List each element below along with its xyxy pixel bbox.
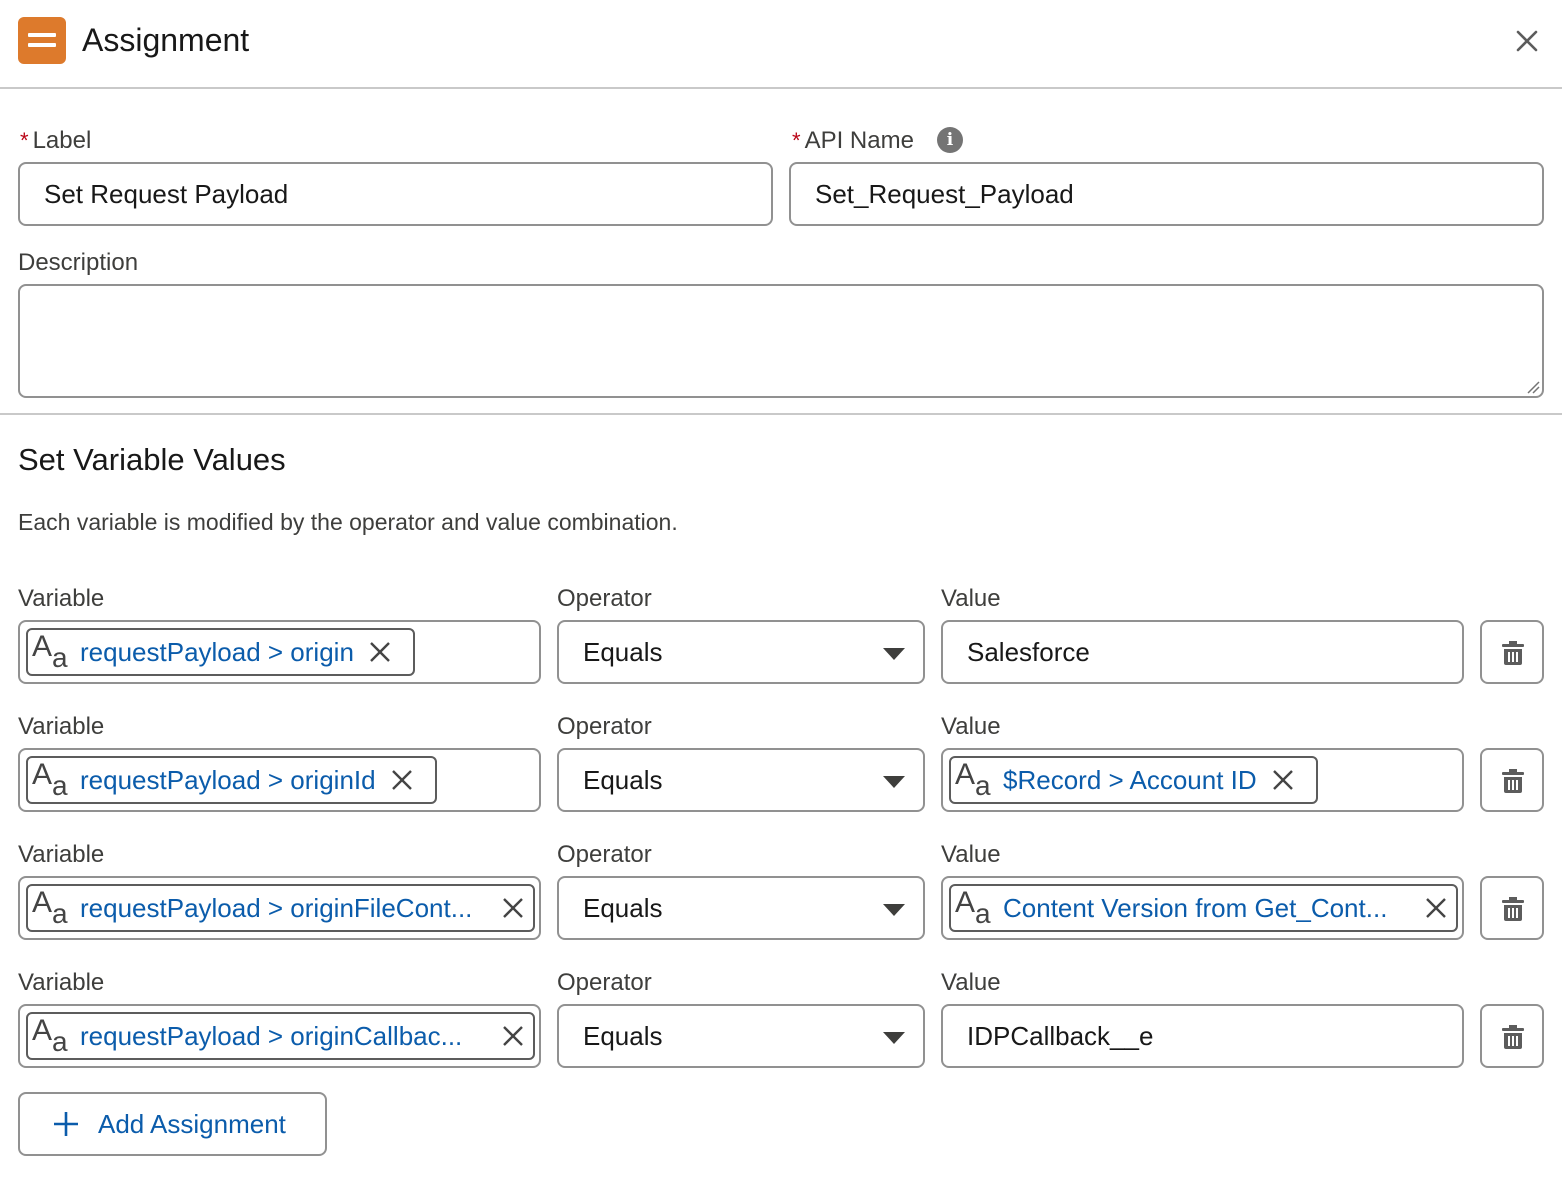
variable-combobox[interactable]: Aa requestPayload > origin <box>18 620 541 684</box>
resize-grip-icon[interactable] <box>1526 380 1540 394</box>
section-divider <box>0 413 1562 415</box>
variable-pill-text: requestPayload > originFileCont... <box>80 892 473 923</box>
caret-down-icon <box>883 648 905 660</box>
variable-pill-text: requestPayload > originId <box>80 764 376 795</box>
operator-select[interactable]: Equals <box>557 748 925 812</box>
trash-icon <box>1502 769 1524 793</box>
description-textarea[interactable] <box>18 284 1544 398</box>
remove-icon[interactable] <box>390 768 414 792</box>
value-pill: Aa $Record > Account ID <box>949 756 1318 804</box>
remove-icon[interactable] <box>1271 768 1295 792</box>
section-description: Each variable is modified by the operato… <box>18 509 678 535</box>
text-type-icon: Aa <box>32 630 68 673</box>
operator-select[interactable]: Equals <box>557 876 925 940</box>
text-type-icon: Aa <box>955 886 991 929</box>
operator-value: Equals <box>583 892 663 923</box>
variable-pill: Aa requestPayload > originId <box>26 756 437 804</box>
trash-icon <box>1502 641 1524 665</box>
label-input[interactable]: Set Request Payload <box>18 162 773 226</box>
caret-down-icon <box>883 904 905 916</box>
delete-button[interactable] <box>1480 876 1544 940</box>
api-name-text: API Name <box>804 127 914 154</box>
value-input[interactable]: IDPCallback__e <box>941 1004 1464 1068</box>
description-label: Description <box>18 249 139 276</box>
variable-pill: Aa requestPayload > origin <box>26 628 415 676</box>
value-text: Salesforce <box>967 636 1090 667</box>
value-pill-text: Content Version from Get_Cont... <box>1003 892 1388 923</box>
delete-button[interactable] <box>1480 620 1544 684</box>
panel-header: Assignment <box>0 0 1562 89</box>
value-input[interactable]: Salesforce <box>941 620 1464 684</box>
remove-icon[interactable] <box>501 896 525 920</box>
value-pill: Aa Content Version from Get_Cont... <box>949 884 1458 932</box>
assignment-icon <box>18 17 66 64</box>
variable-label: Variable <box>18 841 105 868</box>
variable-label: Variable <box>18 713 105 740</box>
text-type-icon: Aa <box>32 758 68 801</box>
value-label: Value <box>941 841 1001 868</box>
trash-icon <box>1502 1025 1524 1049</box>
close-icon[interactable] <box>1512 26 1542 56</box>
value-label: Value <box>941 713 1001 740</box>
operator-label: Operator <box>557 585 652 612</box>
operator-value: Equals <box>583 764 663 795</box>
label-input-value: Set Request Payload <box>44 178 289 209</box>
operator-select[interactable]: Equals <box>557 620 925 684</box>
text-type-icon: Aa <box>32 886 68 929</box>
operator-label: Operator <box>557 841 652 868</box>
label-field-label: * Label <box>20 127 91 155</box>
value-combobox[interactable]: Aa $Record > Account ID <box>941 748 1464 812</box>
variable-label: Variable <box>18 969 105 996</box>
delete-button[interactable] <box>1480 1004 1544 1068</box>
api-name-input[interactable]: Set_Request_Payload <box>789 162 1544 226</box>
label-text: Label <box>32 127 92 154</box>
variable-label: Variable <box>18 585 105 612</box>
section-title: Set Variable Values <box>18 442 286 477</box>
info-icon[interactable]: i <box>937 127 963 153</box>
value-pill-text: $Record > Account ID <box>1003 764 1257 795</box>
operator-label: Operator <box>557 713 652 740</box>
value-combobox[interactable]: Aa Content Version from Get_Cont... <box>941 876 1464 940</box>
variable-combobox[interactable]: Aa requestPayload > originCallbac... <box>18 1004 541 1068</box>
required-mark: * <box>20 128 29 153</box>
panel-title: Assignment <box>82 22 250 58</box>
api-name-input-value: Set_Request_Payload <box>815 178 1074 209</box>
value-label: Value <box>941 969 1001 996</box>
text-type-icon: Aa <box>955 758 991 801</box>
variable-pill: Aa requestPayload > originFileCont... <box>26 884 535 932</box>
variable-combobox[interactable]: Aa requestPayload > originId <box>18 748 541 812</box>
variable-pill-text: requestPayload > originCallbac... <box>80 1020 463 1051</box>
value-label: Value <box>941 585 1001 612</box>
caret-down-icon <box>883 776 905 788</box>
remove-icon[interactable] <box>1424 896 1448 920</box>
required-mark: * <box>792 128 801 153</box>
variable-pill: Aa requestPayload > originCallbac... <box>26 1012 535 1060</box>
trash-icon <box>1502 897 1524 921</box>
plus-icon <box>54 1112 78 1136</box>
text-type-icon: Aa <box>32 1014 68 1057</box>
add-assignment-button[interactable]: Add Assignment <box>18 1092 327 1156</box>
remove-icon[interactable] <box>501 1024 525 1048</box>
operator-label: Operator <box>557 969 652 996</box>
api-name-field-label: * API Name <box>792 127 914 155</box>
variable-pill-text: requestPayload > origin <box>80 636 354 667</box>
value-text: IDPCallback__e <box>967 1020 1154 1051</box>
operator-select[interactable]: Equals <box>557 1004 925 1068</box>
operator-value: Equals <box>583 636 663 667</box>
caret-down-icon <box>883 1032 905 1044</box>
remove-icon[interactable] <box>368 640 392 664</box>
operator-value: Equals <box>583 1020 663 1051</box>
add-assignment-label: Add Assignment <box>98 1108 286 1139</box>
variable-combobox[interactable]: Aa requestPayload > originFileCont... <box>18 876 541 940</box>
delete-button[interactable] <box>1480 748 1544 812</box>
